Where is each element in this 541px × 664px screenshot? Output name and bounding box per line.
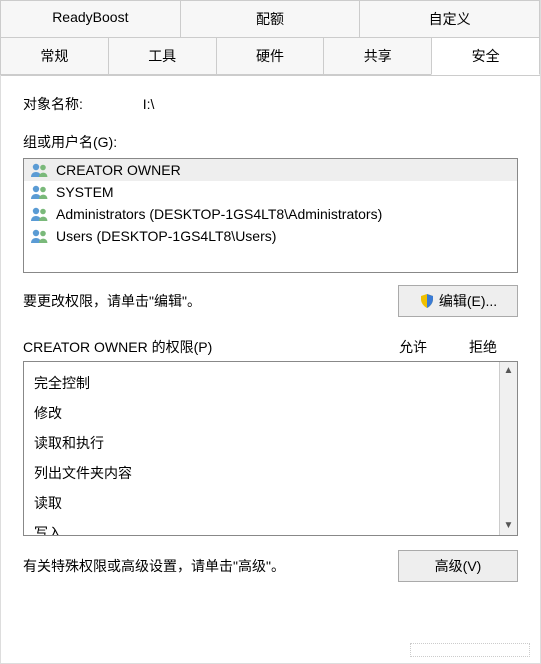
deny-column-header: 拒绝: [448, 337, 518, 357]
footer-placeholder: [410, 643, 530, 657]
advanced-button-label: 高级(V): [435, 556, 482, 576]
list-item[interactable]: SYSTEM: [24, 181, 517, 203]
permission-item[interactable]: 读取: [34, 488, 507, 518]
scroll-down-arrow-icon[interactable]: ▼: [500, 517, 517, 535]
edit-button-label: 编辑(E)...: [439, 291, 497, 311]
shield-icon: [419, 293, 435, 309]
list-item[interactable]: CREATOR OWNER: [24, 159, 517, 181]
edit-row: 要更改权限，请单击"编辑"。 编辑(E)...: [23, 285, 518, 317]
groups-listbox[interactable]: CREATOR OWNER SYSTEM Administrators (DES…: [23, 158, 518, 273]
properties-window: ReadyBoost 配额 自定义 常规 工具 硬件 共享 安全 对象名称: I…: [0, 0, 541, 664]
permission-item[interactable]: 列出文件夹内容: [34, 458, 507, 488]
object-name-label: 对象名称:: [23, 94, 83, 114]
tab-row-2: 常规 工具 硬件 共享 安全: [1, 38, 540, 75]
tab-quota[interactable]: 配额: [180, 0, 361, 38]
list-item-label: SYSTEM: [56, 184, 114, 200]
tab-sharing[interactable]: 共享: [323, 37, 432, 75]
allow-column-header: 允许: [378, 337, 448, 357]
object-name-row: 对象名称: I:\: [23, 94, 518, 114]
list-item-label: Users (DESKTOP-1GS4LT8\Users): [56, 228, 276, 244]
permission-item[interactable]: 修改: [34, 398, 507, 428]
users-icon: [30, 162, 50, 178]
permissions-header: CREATOR OWNER 的权限(P) 允许 拒绝: [23, 337, 518, 357]
users-icon: [30, 184, 50, 200]
list-item[interactable]: Administrators (DESKTOP-1GS4LT8\Administ…: [24, 203, 517, 225]
tab-hardware[interactable]: 硬件: [216, 37, 325, 75]
permission-item[interactable]: 完全控制: [34, 368, 507, 398]
list-item-label: CREATOR OWNER: [56, 162, 181, 178]
tab-control: ReadyBoost 配额 自定义 常规 工具 硬件 共享 安全: [1, 1, 540, 76]
list-item[interactable]: Users (DESKTOP-1GS4LT8\Users): [24, 225, 517, 247]
permissions-items: 完全控制 修改 读取和执行 列出文件夹内容 读取 写入: [24, 362, 517, 536]
users-icon: [30, 228, 50, 244]
edit-hint: 要更改权限，请单击"编辑"。: [23, 291, 398, 311]
scroll-up-arrow-icon[interactable]: ▲: [500, 362, 517, 380]
tab-security[interactable]: 安全: [431, 37, 540, 75]
users-icon: [30, 206, 50, 222]
security-tab-content: 对象名称: I:\ 组或用户名(G): CREATOR OWNER SYSTEM: [1, 76, 540, 592]
tab-row-1: ReadyBoost 配额 自定义: [1, 1, 540, 38]
tab-readyboost[interactable]: ReadyBoost: [0, 0, 181, 38]
scrollbar[interactable]: ▲ ▼: [499, 362, 517, 535]
list-item-label: Administrators (DESKTOP-1GS4LT8\Administ…: [56, 206, 382, 222]
advanced-button[interactable]: 高级(V): [398, 550, 518, 582]
edit-button[interactable]: 编辑(E)...: [398, 285, 518, 317]
object-name-value: I:\: [143, 96, 155, 112]
tab-tools[interactable]: 工具: [108, 37, 217, 75]
permission-item[interactable]: 读取和执行: [34, 428, 507, 458]
tab-custom[interactable]: 自定义: [359, 0, 540, 38]
permissions-title: CREATOR OWNER 的权限(P): [23, 337, 378, 357]
permissions-listbox[interactable]: 完全控制 修改 读取和执行 列出文件夹内容 读取 写入 ▲ ▼: [23, 361, 518, 536]
groups-label: 组或用户名(G):: [23, 132, 518, 152]
advanced-row: 有关特殊权限或高级设置，请单击"高级"。 高级(V): [23, 550, 518, 582]
permission-item[interactable]: 写入: [34, 518, 507, 536]
advanced-hint: 有关特殊权限或高级设置，请单击"高级"。: [23, 556, 398, 576]
tab-general[interactable]: 常规: [0, 37, 109, 75]
